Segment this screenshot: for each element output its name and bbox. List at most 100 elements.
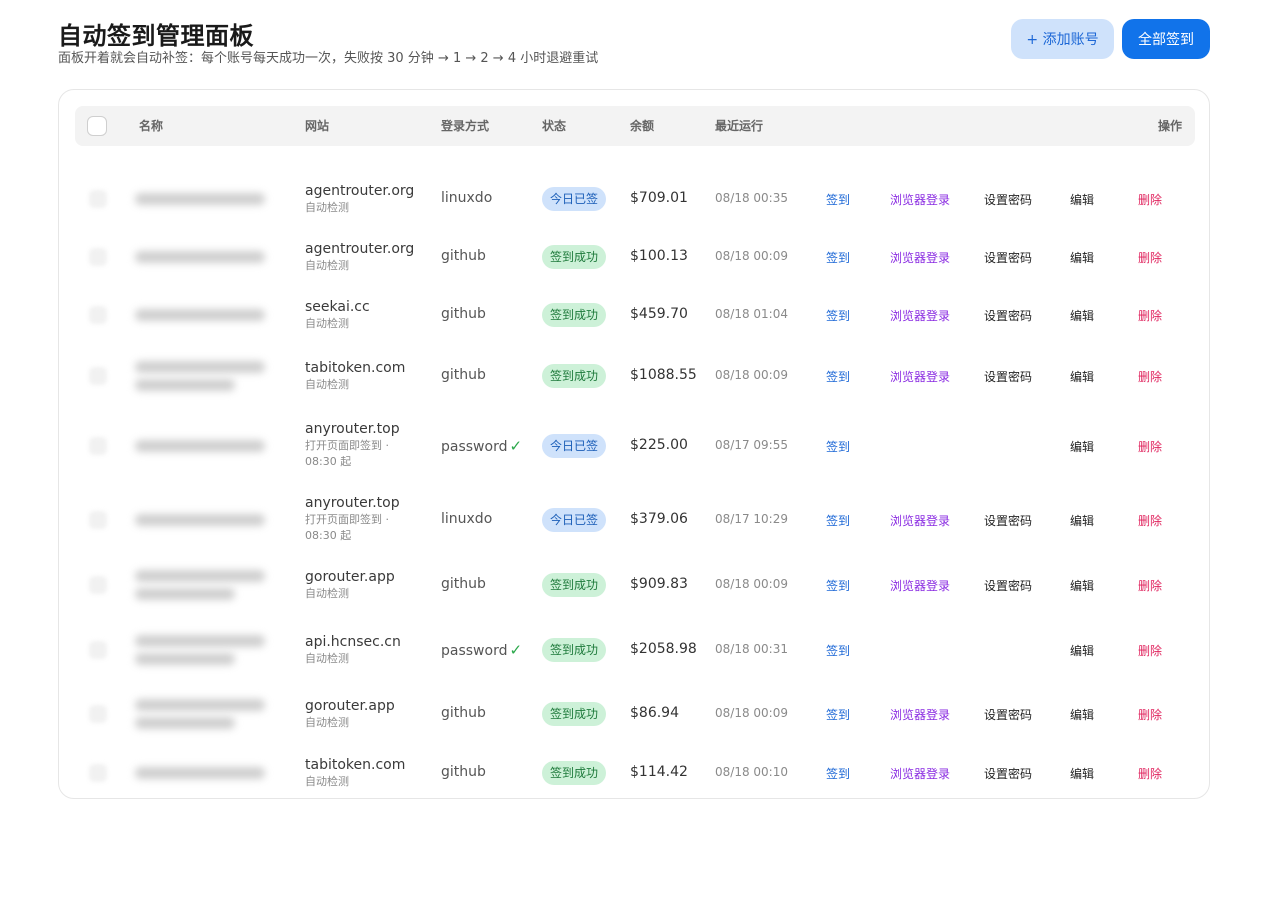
edit-link[interactable]: 编辑 — [1070, 368, 1094, 385]
column-header-last-run: 最近运行 — [715, 119, 764, 133]
table-row: anyrouter.top 打开页面即签到 · 08:30 起 password… — [75, 421, 1195, 471]
sign-in-link[interactable]: 签到 — [826, 307, 850, 324]
sign-in-link[interactable]: 签到 — [826, 765, 850, 782]
sign-in-link[interactable]: 签到 — [826, 706, 850, 723]
site-detect-mode: 自动检测 — [305, 200, 349, 214]
sign-in-link[interactable]: 签到 — [826, 512, 850, 529]
table-row: agentrouter.org 自动检测 linuxdo 今日已签 $709.01 0… — [75, 179, 1195, 219]
delete-link[interactable]: 删除 — [1138, 577, 1162, 594]
browser-login-link[interactable]: 浏览器登录 — [890, 512, 950, 529]
delete-link[interactable]: 删除 — [1138, 512, 1162, 529]
account-name-redacted — [135, 440, 275, 458]
delete-link[interactable]: 删除 — [1138, 249, 1162, 266]
balance-value: $379.06 — [630, 511, 688, 527]
login-method-label: github — [441, 306, 486, 322]
table-row: seekai.cc 自动检测 github 签到成功 $459.70 08/18 01… — [75, 295, 1195, 335]
last-run-time: 08/17 10:29 — [715, 512, 788, 526]
set-password-link[interactable]: 设置密码 — [984, 706, 1032, 723]
delete-link[interactable]: 删除 — [1138, 706, 1162, 723]
sign-in-link[interactable]: 签到 — [826, 438, 850, 455]
select-all-checkbox[interactable] — [87, 116, 107, 136]
browser-login-link[interactable]: 浏览器登录 — [890, 577, 950, 594]
account-name-redacted — [135, 514, 275, 532]
row-checkbox[interactable] — [89, 190, 107, 208]
sign-in-link[interactable]: 签到 — [826, 249, 850, 266]
browser-login-link[interactable]: 浏览器登录 — [890, 706, 950, 723]
row-checkbox[interactable] — [89, 705, 107, 723]
table-row: tabitoken.com 自动检测 github 签到成功 $1088.55 08/… — [75, 352, 1195, 400]
browser-login-link[interactable]: 浏览器登录 — [890, 307, 950, 324]
edit-link[interactable]: 编辑 — [1070, 307, 1094, 324]
row-checkbox[interactable] — [89, 437, 107, 455]
row-checkbox[interactable] — [89, 367, 107, 385]
site-domain: agentrouter.org — [305, 240, 415, 257]
status-badge: 签到成功 — [542, 245, 607, 269]
account-name-redacted — [135, 699, 275, 735]
page-title: 自动签到管理面板 — [58, 22, 254, 50]
status-badge: 签到成功 — [542, 364, 607, 388]
row-checkbox[interactable] — [89, 641, 107, 659]
edit-link[interactable]: 编辑 — [1070, 438, 1094, 455]
table-row: agentrouter.org 自动检测 github 签到成功 $100.13 08… — [75, 237, 1195, 277]
set-password-link[interactable]: 设置密码 — [984, 512, 1032, 529]
delete-link[interactable]: 删除 — [1138, 307, 1162, 324]
login-method: github — [441, 306, 486, 322]
set-password-link[interactable]: 设置密码 — [984, 249, 1032, 266]
sign-in-link[interactable]: 签到 — [826, 191, 850, 208]
set-password-link[interactable]: 设置密码 — [984, 765, 1032, 782]
site-detect-mode: 自动检测 — [305, 258, 349, 272]
site-cell: gorouter.app 自动检测 — [305, 569, 415, 602]
row-checkbox[interactable] — [89, 764, 107, 782]
sign-in-link[interactable]: 签到 — [826, 368, 850, 385]
account-name-redacted — [135, 193, 275, 211]
delete-link[interactable]: 删除 — [1138, 191, 1162, 208]
site-detect-mode: 打开页面即签到 · 08:30 起 — [305, 513, 389, 542]
browser-login-link[interactable]: 浏览器登录 — [890, 191, 950, 208]
sign-all-button[interactable]: 全部签到 — [1122, 19, 1210, 59]
edit-link[interactable]: 编辑 — [1070, 512, 1094, 529]
browser-login-link[interactable]: 浏览器登录 — [890, 249, 950, 266]
edit-link[interactable]: 编辑 — [1070, 642, 1094, 659]
set-password-link[interactable]: 设置密码 — [984, 307, 1032, 324]
status-badge: 签到成功 — [542, 303, 607, 327]
site-cell: gorouter.app 自动检测 — [305, 698, 415, 731]
browser-login-link[interactable]: 浏览器登录 — [890, 368, 950, 385]
set-password-link[interactable]: 设置密码 — [984, 577, 1032, 594]
site-domain: gorouter.app — [305, 568, 395, 585]
delete-link[interactable]: 删除 — [1138, 438, 1162, 455]
site-domain: anyrouter.top — [305, 421, 400, 437]
balance-value: $114.42 — [630, 764, 688, 780]
balance-value: $100.13 — [630, 248, 688, 264]
add-account-button[interactable]: + 添加账号 — [1011, 19, 1114, 59]
edit-link[interactable]: 编辑 — [1070, 191, 1094, 208]
table-row: api.hcnsec.cn 自动检测 password ✓ 签到成功 $2058.98… — [75, 630, 1195, 670]
sign-in-link[interactable]: 签到 — [826, 642, 850, 659]
account-name-redacted — [135, 635, 275, 671]
last-run-time: 08/18 00:35 — [715, 191, 788, 205]
account-name-redacted — [135, 361, 275, 397]
table-row: anyrouter.top 打开页面即签到 · 08:30 起 linuxdo 今… — [75, 495, 1195, 545]
balance-value: $459.70 — [630, 306, 688, 322]
set-password-link[interactable]: 设置密码 — [984, 368, 1032, 385]
edit-link[interactable]: 编辑 — [1070, 706, 1094, 723]
login-method-label: linuxdo — [441, 190, 493, 206]
login-method-label: github — [441, 764, 486, 780]
edit-link[interactable]: 编辑 — [1070, 249, 1094, 266]
sign-in-link[interactable]: 签到 — [826, 577, 850, 594]
edit-link[interactable]: 编辑 — [1070, 577, 1094, 594]
site-detect-mode: 自动检测 — [305, 377, 349, 391]
balance-value: $909.83 — [630, 576, 688, 592]
table-row: gorouter.app 自动检测 github 签到成功 $86.94 08/18 … — [75, 694, 1195, 734]
row-checkbox[interactable] — [89, 248, 107, 266]
row-checkbox[interactable] — [89, 306, 107, 324]
set-password-link[interactable]: 设置密码 — [984, 191, 1032, 208]
delete-link[interactable]: 删除 — [1138, 642, 1162, 659]
delete-link[interactable]: 删除 — [1138, 765, 1162, 782]
delete-link[interactable]: 删除 — [1138, 368, 1162, 385]
login-method-label: linuxdo — [441, 511, 493, 527]
edit-link[interactable]: 编辑 — [1070, 765, 1094, 782]
browser-login-link[interactable]: 浏览器登录 — [890, 765, 950, 782]
row-checkbox[interactable] — [89, 511, 107, 529]
row-checkbox[interactable] — [89, 576, 107, 594]
column-header-name: 名称 — [139, 119, 164, 133]
